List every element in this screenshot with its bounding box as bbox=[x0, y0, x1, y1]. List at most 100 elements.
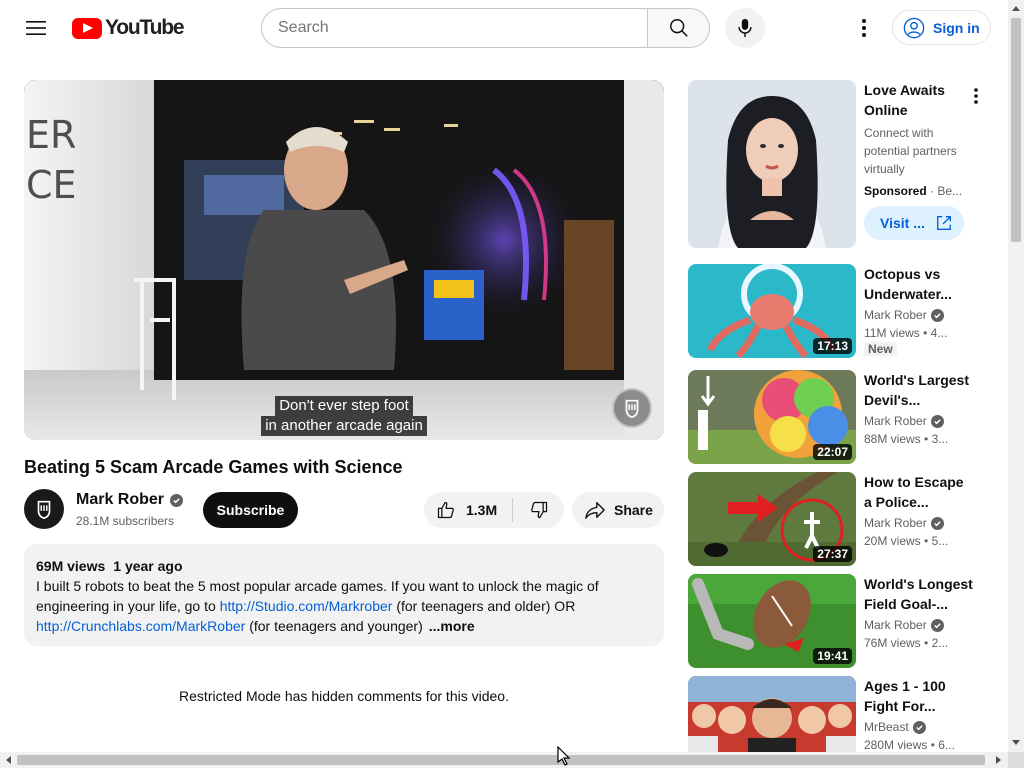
upload-age: 2... bbox=[931, 636, 949, 650]
dislike-button[interactable] bbox=[513, 492, 564, 528]
youtube-watch-page: YouTube Sign in bbox=[0, 0, 1024, 768]
video-thumbnail[interactable]: 17:13 bbox=[688, 264, 856, 358]
account-icon bbox=[903, 17, 925, 38]
ad-sponsored-line: Sponsored · Be... bbox=[864, 184, 963, 198]
share-button[interactable]: Share bbox=[572, 492, 664, 528]
ad-title[interactable]: Love Awaits Online bbox=[864, 80, 964, 120]
youtube-logo[interactable]: YouTube bbox=[72, 16, 185, 40]
mouse-cursor-icon bbox=[557, 746, 571, 766]
description-box[interactable]: 69M views 1 year ago I built 5 robots to … bbox=[24, 544, 664, 646]
channel-label: Mark Rober bbox=[864, 516, 927, 530]
scroll-right-arrow-icon[interactable] bbox=[996, 756, 1002, 764]
settings-more-button[interactable] bbox=[844, 8, 884, 48]
ad-advertiser: Be... bbox=[937, 184, 963, 198]
channel-watermark-icon[interactable] bbox=[612, 388, 652, 428]
external-link-icon bbox=[936, 216, 951, 230]
verified-check-icon bbox=[930, 414, 944, 428]
voice-search-button[interactable] bbox=[725, 8, 765, 48]
thumbs-down-icon bbox=[530, 501, 547, 519]
ad-visit-button[interactable]: Visit ... bbox=[864, 206, 964, 240]
horizontal-scrollbar[interactable] bbox=[0, 752, 1008, 768]
video-channel: Mark Rober bbox=[864, 618, 974, 632]
video-duration: 17:13 bbox=[813, 338, 852, 354]
video-channel: Mark Rober bbox=[864, 308, 974, 322]
hamburger-menu-icon[interactable] bbox=[16, 8, 56, 48]
search-button[interactable] bbox=[647, 8, 710, 48]
view-count: 76M views bbox=[864, 636, 921, 650]
description-text: I built 5 robots to beat the 5 most popu… bbox=[36, 576, 652, 636]
search-input[interactable] bbox=[278, 19, 647, 37]
video-info: Octopus vs Underwater... Mark Rober 11M … bbox=[864, 264, 974, 358]
sidebar-ad[interactable]: Love Awaits Online Connect with potentia… bbox=[688, 80, 988, 250]
video-duration: 27:37 bbox=[813, 546, 852, 562]
ad-more-options-icon[interactable] bbox=[964, 84, 988, 108]
video-thumbnail[interactable]: 27:37 bbox=[688, 472, 856, 566]
view-count: 280M views bbox=[864, 738, 928, 752]
video-title-link[interactable]: How to Escape a Police... bbox=[864, 472, 974, 512]
channel-label: Mark Rober bbox=[864, 308, 927, 322]
verified-check-icon bbox=[930, 618, 944, 632]
video-stats: 20M views • 5... bbox=[864, 534, 949, 548]
channel-name-link[interactable]: Mark Rober bbox=[76, 491, 184, 509]
description-text-part3: (for teenagers and younger) bbox=[245, 618, 423, 634]
crunchlabs-link[interactable]: http://Crunchlabs.com/MarkRober bbox=[36, 618, 245, 634]
video-stats: 280M views • 6... bbox=[864, 738, 955, 752]
channel-avatar[interactable] bbox=[24, 489, 64, 529]
horizontal-scroll-thumb[interactable] bbox=[17, 755, 985, 765]
search-icon bbox=[669, 19, 688, 37]
scroll-up-arrow-icon[interactable] bbox=[1012, 5, 1020, 11]
video-channel: MrBeast bbox=[864, 720, 974, 734]
video-frame: ER CE bbox=[24, 80, 664, 440]
share-arrow-icon bbox=[585, 502, 605, 519]
studio-link[interactable]: http://Studio.com/Markrober bbox=[220, 598, 393, 614]
verified-check-icon bbox=[930, 516, 944, 530]
caption-block: Don't ever step foot in another arcade a… bbox=[24, 396, 664, 436]
visit-label: Visit ... bbox=[880, 215, 925, 231]
thumbs-up-icon bbox=[437, 501, 454, 519]
sidebar-video-item[interactable]: 27:37 How to Escape a Police... Mark Rob… bbox=[688, 472, 988, 566]
show-more-link[interactable]: ...more bbox=[429, 618, 475, 634]
sidebar-video-item[interactable]: Ages 1 - 100 Fight For... MrBeast 280M v… bbox=[688, 676, 988, 768]
subscribe-button[interactable]: Subscribe bbox=[203, 492, 298, 528]
video-title-link[interactable]: World's Longest Field Goal-... bbox=[864, 574, 974, 614]
scroll-left-arrow-icon[interactable] bbox=[5, 756, 11, 764]
ad-description: Connect with potential partners virtuall… bbox=[864, 126, 957, 176]
video-stats: 88M views • 3... bbox=[864, 432, 949, 446]
svg-text:ER: ER bbox=[26, 113, 76, 157]
video-title-link[interactable]: World's Largest Devil's... bbox=[864, 370, 974, 410]
upload-age: 5... bbox=[931, 534, 949, 548]
video-duration: 22:07 bbox=[813, 444, 852, 460]
upload-age: 1 year ago bbox=[113, 558, 183, 574]
more-vertical-icon bbox=[862, 19, 866, 37]
ad-thumbnail[interactable] bbox=[688, 80, 856, 248]
youtube-play-icon bbox=[72, 17, 102, 39]
vertical-scrollbar[interactable] bbox=[1008, 0, 1024, 752]
masthead: YouTube Sign in bbox=[0, 0, 1008, 56]
description-meta: 69M views 1 year ago bbox=[36, 556, 652, 576]
search-box bbox=[261, 8, 647, 48]
sidebar-video-item[interactable]: 22:07 World's Largest Devil's... Mark Ro… bbox=[688, 370, 988, 464]
video-title-link[interactable]: Ages 1 - 100 Fight For... bbox=[864, 676, 974, 716]
upload-age: 3... bbox=[931, 432, 949, 446]
video-thumbnail[interactable]: 22:07 bbox=[688, 370, 856, 464]
sponsored-label: Sponsored bbox=[864, 184, 927, 198]
share-label: Share bbox=[614, 502, 653, 518]
upload-age: 6... bbox=[938, 738, 955, 752]
video-info: Ages 1 - 100 Fight For... MrBeast 280M v… bbox=[864, 676, 974, 752]
like-button[interactable]: 1.3M bbox=[424, 492, 512, 528]
sign-in-button[interactable]: Sign in bbox=[892, 10, 991, 45]
sidebar-video-item[interactable]: 19:41 World's Longest Field Goal-... Mar… bbox=[688, 574, 988, 668]
subscriber-count: 28.1M subscribers bbox=[76, 514, 175, 528]
sidebar-video-item[interactable]: 17:13 Octopus vs Underwater... Mark Robe… bbox=[688, 264, 988, 358]
video-duration: 19:41 bbox=[813, 648, 852, 664]
video-info: World's Longest Field Goal-... Mark Robe… bbox=[864, 574, 974, 650]
vertical-scroll-thumb[interactable] bbox=[1011, 18, 1021, 242]
channel-label: MrBeast bbox=[864, 720, 909, 734]
video-title-link[interactable]: Octopus vs Underwater... bbox=[864, 264, 974, 304]
channel-label: Mark Rober bbox=[864, 414, 927, 428]
upload-age: 4... bbox=[930, 326, 948, 340]
video-thumbnail[interactable]: 19:41 bbox=[688, 574, 856, 668]
scrollbar-corner bbox=[1008, 752, 1024, 768]
scroll-down-arrow-icon[interactable] bbox=[1012, 740, 1020, 746]
video-player[interactable]: ER CE Don't ever step foot in another ar… bbox=[24, 80, 664, 440]
